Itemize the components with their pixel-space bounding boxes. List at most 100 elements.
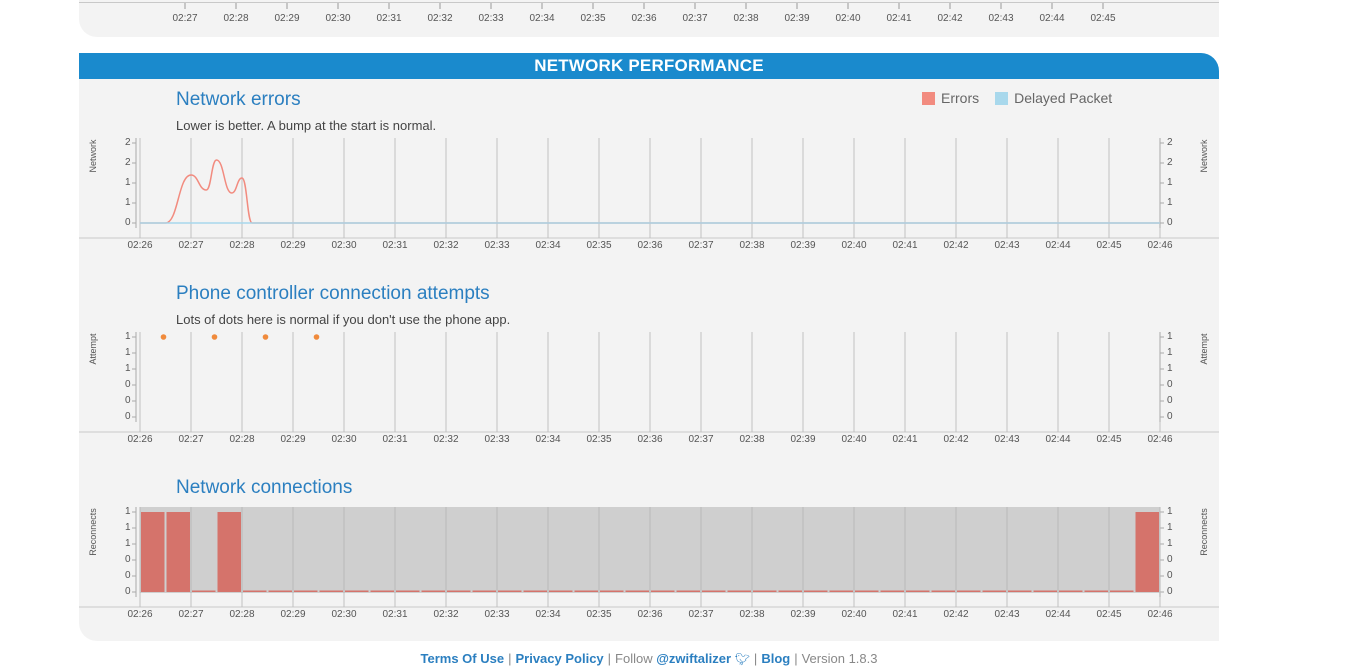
top-axis-tick-label: 02:37 (682, 13, 708, 24)
x-tick-label: 02:26 (127, 434, 153, 445)
x-tick-label: 02:46 (1147, 434, 1173, 445)
x-tick-label: 02:36 (637, 609, 663, 620)
top-axis-tick-label: 02:44 (1039, 13, 1065, 24)
connection-bar (1084, 590, 1108, 592)
x-tick-label: 02:42 (943, 240, 969, 251)
x-tick-label: 02:35 (586, 434, 612, 445)
top-axis-tick-label: 02:30 (325, 13, 351, 24)
connection-bar (753, 590, 777, 592)
x-tick-label: 02:46 (1147, 240, 1173, 251)
x-tick-label: 02:29 (280, 240, 306, 251)
x-tick-label: 02:28 (229, 240, 255, 251)
charts-svg (79, 3, 1219, 608)
y-tick-label-left: 0 (125, 554, 131, 565)
connection-bar (906, 590, 930, 592)
connection-bar (243, 590, 267, 592)
y-tick-label-left: 1 (125, 177, 131, 188)
y-tick-label-left: 1 (125, 506, 131, 517)
x-tick-label: 02:45 (1096, 240, 1122, 251)
connection-bar (702, 590, 726, 592)
top-axis-tick-label: 02:27 (172, 13, 198, 24)
y-tick-label-left: 0 (125, 395, 131, 406)
top-axis-tick-label: 02:36 (631, 13, 657, 24)
x-tick-label: 02:46 (1147, 609, 1173, 620)
top-axis-tick-label: 02:31 (376, 13, 402, 24)
top-axis-tick-label: 02:28 (223, 13, 249, 24)
connection-bar (319, 590, 343, 592)
top-axis-tick-label: 02:38 (733, 13, 759, 24)
x-tick-label: 02:44 (1045, 240, 1071, 251)
connection-bar (778, 590, 802, 592)
connection-bar (345, 590, 369, 592)
privacy-link[interactable]: Privacy Policy (515, 651, 603, 666)
x-tick-label: 02:27 (178, 434, 204, 445)
y-tick-label-right: 0 (1167, 586, 1173, 597)
x-tick-label: 02:35 (586, 609, 612, 620)
x-tick-label: 02:38 (739, 434, 765, 445)
y-tick-label-right: 0 (1167, 379, 1173, 390)
connection-bar (880, 590, 904, 592)
x-tick-label: 02:27 (178, 609, 204, 620)
x-tick-label: 02:34 (535, 609, 561, 620)
y-tick-label-right: 0 (1167, 411, 1173, 422)
top-axis-tick-label: 02:40 (835, 13, 861, 24)
connection-bar (192, 590, 216, 592)
x-tick-label: 02:44 (1045, 609, 1071, 620)
connection-bar (447, 590, 471, 592)
y-tick-label-left: 2 (125, 157, 131, 168)
top-axis-tick-label: 02:41 (886, 13, 912, 24)
y-tick-label-right: 0 (1167, 395, 1173, 406)
x-tick-label: 02:36 (637, 434, 663, 445)
x-tick-label: 02:43 (994, 434, 1020, 445)
twitter-bird-icon[interactable]: 🐦︎ (735, 652, 750, 666)
x-tick-label: 02:39 (790, 434, 816, 445)
attempt-dot (262, 334, 269, 340)
attempt-dot (211, 334, 218, 340)
terms-link[interactable]: Terms Of Use (421, 651, 505, 666)
x-tick-label: 02:33 (484, 434, 510, 445)
connection-bar (625, 590, 649, 592)
x-tick-label: 02:28 (229, 434, 255, 445)
y-tick-label-left: 1 (125, 347, 131, 358)
x-tick-label: 02:43 (994, 609, 1020, 620)
top-axis-tick-label: 02:32 (427, 13, 453, 24)
connection-bar (931, 590, 955, 592)
x-tick-label: 02:43 (994, 240, 1020, 251)
y-tick-label-left: 0 (125, 217, 131, 228)
attempt-dot (160, 334, 167, 340)
top-axis-tick-label: 02:29 (274, 13, 300, 24)
x-tick-label: 02:44 (1045, 434, 1071, 445)
connection-bar (268, 590, 292, 592)
y-tick-label-right: 1 (1167, 331, 1173, 342)
y-tick-label-right: 1 (1167, 363, 1173, 374)
y-tick-label-left: 0 (125, 411, 131, 422)
twitter-link[interactable]: @zwiftalizer (656, 651, 731, 666)
x-tick-label: 02:30 (331, 609, 357, 620)
connection-bar (957, 590, 981, 592)
y-tick-label-left: 1 (125, 197, 131, 208)
y-tick-label-left: 0 (125, 379, 131, 390)
y-tick-label-right: 0 (1167, 554, 1173, 565)
y-tick-label-right: 1 (1167, 197, 1173, 208)
footer: Terms Of Use | Privacy Policy | Follow @zwif… (420, 651, 878, 666)
connection-bar (982, 590, 1006, 592)
x-tick-label: 02:31 (382, 434, 408, 445)
top-axis-tick-label: 02:34 (529, 13, 555, 24)
y-tick-label-left: 1 (125, 538, 131, 549)
x-tick-label: 02:38 (739, 609, 765, 620)
connection-bar (294, 590, 318, 592)
x-tick-label: 02:28 (229, 609, 255, 620)
blog-link[interactable]: Blog (761, 651, 790, 666)
connection-bar (472, 590, 496, 592)
connection-bar (370, 590, 394, 592)
x-tick-label: 02:37 (688, 434, 714, 445)
connection-bar (1033, 590, 1057, 592)
version-text: Version 1.8.3 (801, 651, 878, 666)
y-tick-label-right: 2 (1167, 137, 1173, 148)
y-tick-label-right: 1 (1167, 522, 1173, 533)
top-axis-tick-label: 02:35 (580, 13, 606, 24)
x-tick-label: 02:31 (382, 240, 408, 251)
follow-label: Follow (615, 651, 653, 666)
x-tick-label: 02:32 (433, 434, 459, 445)
top-axis-tick-label: 02:43 (988, 13, 1014, 24)
